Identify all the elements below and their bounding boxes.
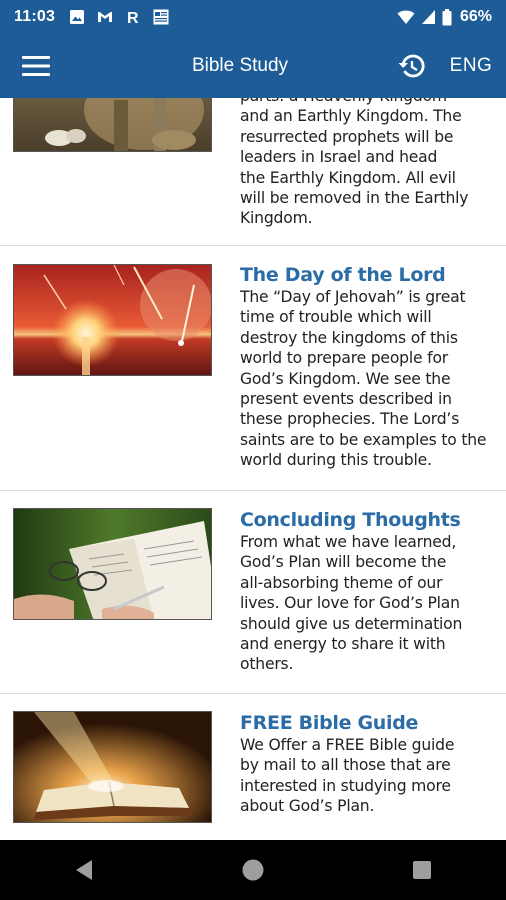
lesson-description: From what we have learned, God’s Plan wi… xyxy=(240,532,498,675)
description-line: will be removed in the Earthly xyxy=(240,189,469,208)
description-line: God’s Plan will become the xyxy=(240,553,447,572)
hamburger-menu-icon xyxy=(22,56,50,76)
battery-percent: 66% xyxy=(459,8,492,25)
lesson-thumbnail xyxy=(13,264,212,376)
description-line: interested in studying more xyxy=(240,776,451,795)
lesson-title[interactable]: The Day of the Lord xyxy=(240,263,498,287)
system-nav-bar xyxy=(0,840,506,900)
lesson-thumbnail xyxy=(13,508,212,620)
description-line: these prophecies. The Lord’s xyxy=(240,410,460,429)
history-icon xyxy=(398,54,425,78)
description-line: parts: a Heavenly Kingdom xyxy=(240,98,498,106)
lesson-title[interactable]: FREE Bible Guide xyxy=(240,711,498,735)
wifi-icon xyxy=(397,10,415,24)
lesson-thumbnail xyxy=(13,98,212,152)
status-bar: 11:03 R 66% xyxy=(0,0,506,34)
lesson-description: The “Day of Jehovah” is great time of tr… xyxy=(240,287,498,471)
description-line: We Offer a FREE Bible guide xyxy=(240,736,455,754)
status-right: 66% xyxy=(397,8,492,26)
description-line: lives. Our love for God’s Plan xyxy=(240,594,460,613)
back-triangle-icon xyxy=(76,860,93,880)
lesson-text: FREE Bible Guide We Offer a FREE Bible g… xyxy=(240,711,498,817)
description-line: world to prepare people for xyxy=(240,349,448,368)
open-bible-glasses-image xyxy=(14,509,211,619)
home-circle-icon xyxy=(242,859,264,881)
description-line: should give us determination xyxy=(240,614,463,633)
battery-icon xyxy=(442,8,452,25)
svg-text:R: R xyxy=(127,10,139,25)
description-line: the Earthly Kingdom. All evil xyxy=(240,168,456,187)
description-line: by mail to all those that are xyxy=(240,756,451,775)
description-line: Kingdom. xyxy=(240,209,313,228)
home-button[interactable] xyxy=(223,840,283,900)
lesson-title[interactable]: Concluding Thoughts xyxy=(240,508,498,532)
recents-square-icon xyxy=(412,861,431,879)
language-button[interactable]: ENG xyxy=(436,55,506,77)
news-icon xyxy=(153,9,169,25)
cell-signal-icon xyxy=(421,10,435,24)
description-line: others. xyxy=(240,655,294,674)
gmail-icon xyxy=(98,12,113,22)
lesson-text: parts: a Heavenly Kingdom and an Earthly… xyxy=(240,98,498,229)
lesson-description: We Offer a FREE Bible guide by mail to a… xyxy=(240,735,498,817)
description-line: and an Earthly Kingdom. The xyxy=(240,107,462,126)
app-bar: Bible Study ENG xyxy=(0,34,506,98)
r-app-icon: R xyxy=(127,10,139,25)
description-line: destroy the kingdoms of this xyxy=(240,328,458,347)
glowing-bible-image xyxy=(14,712,211,822)
status-time: 11:03 xyxy=(14,8,56,25)
lesson-list: parts: a Heavenly Kingdom and an Earthly… xyxy=(0,98,506,840)
description-line: world during this trouble. xyxy=(240,451,432,470)
history-button[interactable] xyxy=(388,34,436,98)
description-line: God’s Kingdom. We see the xyxy=(240,369,451,388)
lesson-item[interactable]: FREE Bible Guide We Offer a FREE Bible g… xyxy=(0,694,506,840)
page-title: Bible Study xyxy=(191,55,289,76)
description-line: time of trouble which will xyxy=(240,308,432,327)
description-line: The “Day of Jehovah” is great xyxy=(240,288,466,306)
recents-button[interactable] xyxy=(392,840,452,900)
lesson-thumbnail xyxy=(13,711,212,823)
description-line: and energy to share it with xyxy=(240,635,446,654)
lesson-text: Concluding Thoughts From what we have le… xyxy=(240,508,498,675)
image-icon xyxy=(70,10,85,24)
lesson-item[interactable]: parts: a Heavenly Kingdom and an Earthly… xyxy=(0,98,506,246)
lesson-item[interactable]: The Day of the Lord The “Day of Jehovah”… xyxy=(0,246,506,491)
lesson-description: parts: a Heavenly Kingdom and an Earthly… xyxy=(240,98,498,229)
menu-button[interactable] xyxy=(0,34,72,98)
description-line: all-absorbing theme of our xyxy=(240,573,443,592)
back-button[interactable] xyxy=(54,840,114,900)
description-line: present events described in xyxy=(240,390,452,409)
red-sunset-sea-image xyxy=(14,265,211,375)
description-line: saints are to be examples to the xyxy=(240,430,487,449)
lesson-text: The Day of the Lord The “Day of Jehovah”… xyxy=(240,263,498,471)
description-line: leaders in Israel and head xyxy=(240,148,438,167)
description-line: resurrected prophets will be xyxy=(240,127,454,146)
biblical-scene-image xyxy=(14,98,211,151)
description-line: about God’s Plan. xyxy=(240,797,375,816)
description-line: From what we have learned, xyxy=(240,533,457,551)
lesson-item[interactable]: Concluding Thoughts From what we have le… xyxy=(0,491,506,694)
